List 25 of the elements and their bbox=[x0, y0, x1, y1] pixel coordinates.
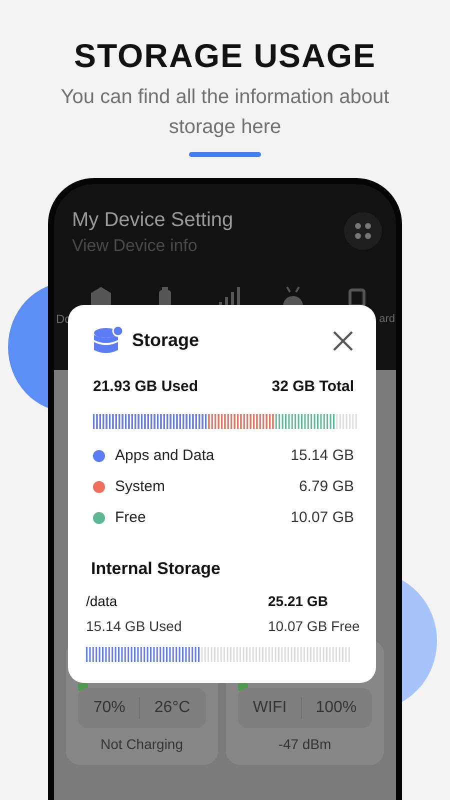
stat-value: 100% bbox=[314, 698, 358, 718]
dialog-title: Storage bbox=[132, 329, 200, 352]
volume-path: /data bbox=[86, 592, 118, 611]
page-subtitle: You can find all the information about storage here bbox=[60, 85, 390, 140]
legend-label: Free bbox=[115, 508, 147, 528]
stat-value: WIFI bbox=[252, 698, 288, 718]
stat-value: 70% bbox=[92, 698, 126, 718]
card-caption: -47 dBm bbox=[277, 735, 332, 754]
legend-value: 10.07 GB bbox=[290, 508, 354, 528]
used-label: 21.93 GB Used bbox=[93, 377, 198, 397]
total-label: 32 GB Total bbox=[272, 377, 354, 397]
legend-value: 6.79 GB bbox=[298, 476, 354, 497]
legend-label: Apps and Data bbox=[115, 446, 216, 466]
app-title: My Device Setting bbox=[72, 208, 234, 232]
legend-label: System bbox=[115, 476, 166, 497]
tab-label[interactable]: ard bbox=[379, 312, 395, 326]
volume-free: 10.07 GB Free bbox=[268, 617, 360, 636]
volume-used: 15.14 GB Used bbox=[86, 617, 183, 636]
stat-value: 26°C bbox=[153, 698, 192, 718]
volume-size: 25.21 GB bbox=[268, 592, 329, 611]
app-subtitle: View Device info bbox=[72, 235, 198, 257]
section-title: Internal Storage bbox=[91, 558, 222, 580]
legend-value: 15.14 GB bbox=[290, 446, 354, 466]
card-caption: Not Charging bbox=[100, 735, 184, 754]
page-title: STORAGE USAGE bbox=[72, 36, 378, 76]
